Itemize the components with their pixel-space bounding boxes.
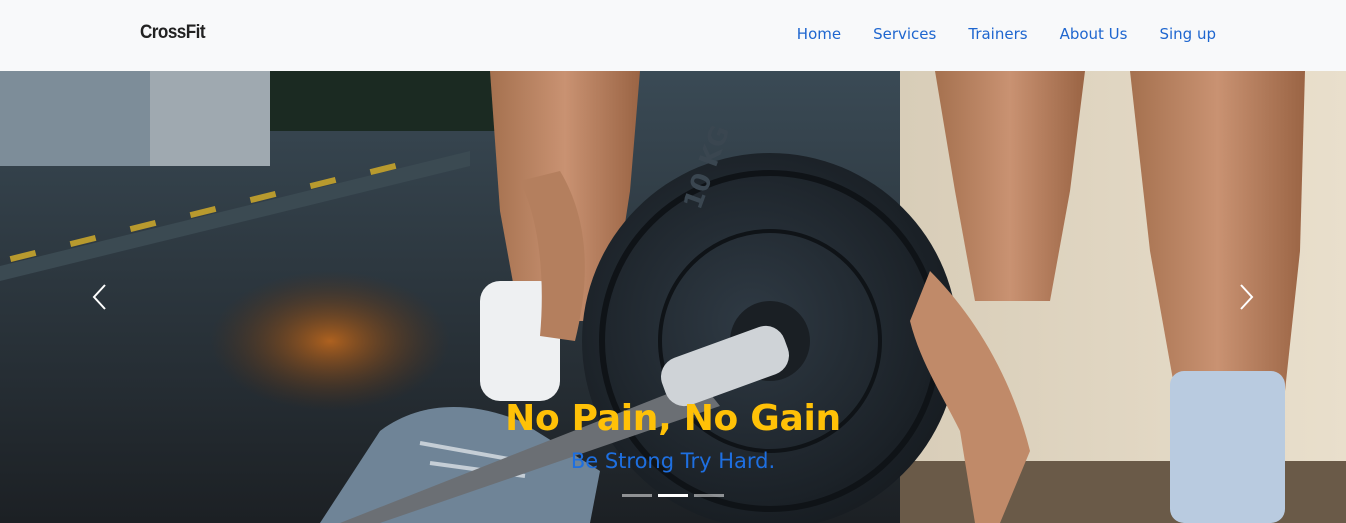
caption-title: No Pain, No Gain [505,398,841,439]
nav-link-trainers[interactable]: Trainers [968,25,1027,43]
nav-link-about-us[interactable]: About Us [1060,25,1128,43]
brand-logo[interactable]: CrossFit [140,22,206,44]
chevron-left-icon [92,284,106,310]
nav-link-home[interactable]: Home [797,25,841,43]
nav-link-services[interactable]: Services [873,25,936,43]
nav-links: Home Services Trainers About Us Sing up [765,25,1216,43]
carousel-indicator-3[interactable] [694,494,724,497]
carousel-indicators [0,494,1346,497]
hero-carousel: 10 KG No Pain, No Gain Be Strong Try Har… [0,71,1346,523]
caption-subtitle: Be Strong Try Hard. [570,449,776,473]
nav-link-sign-up[interactable]: Sing up [1159,25,1216,43]
navbar: CrossFit Home Services Trainers About Us… [0,0,1346,71]
carousel-indicator-1[interactable] [622,494,652,497]
chevron-right-icon [1240,284,1254,310]
carousel-indicator-2[interactable] [658,494,688,497]
carousel-caption: No Pain, No Gain Be Strong Try Hard. [0,397,1346,473]
